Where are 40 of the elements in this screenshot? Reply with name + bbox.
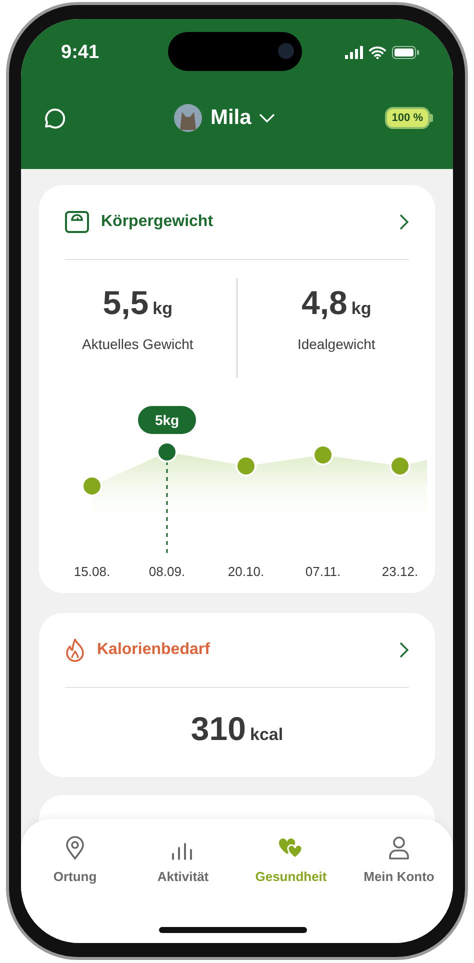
card-title[interactable]: Körpergewicht <box>101 213 387 232</box>
date-label: 15.08. <box>74 564 110 580</box>
weight-value: 5,5 <box>102 284 149 322</box>
weight-unit: kg <box>351 299 372 318</box>
data-point[interactable] <box>390 456 410 477</box>
data-point[interactable] <box>236 456 256 477</box>
person-icon <box>388 836 410 860</box>
status-time: 9:41 <box>61 42 100 64</box>
location-pin-icon <box>65 836 85 860</box>
nav-tab[interactable]: Gesundheit <box>237 835 345 884</box>
data-point[interactable] <box>312 444 334 466</box>
calorie-value: 310 <box>190 710 246 748</box>
data-point[interactable] <box>82 476 102 497</box>
chevron-right-icon[interactable] <box>399 642 409 658</box>
nav-tab[interactable]: Aktivität <box>129 835 237 884</box>
chevron-down-icon[interactable] <box>259 113 276 123</box>
date-label: 08.09. <box>148 564 186 580</box>
weight-unit: kg <box>152 299 172 318</box>
battery-badge: 100 % <box>384 107 430 129</box>
weight-value: 4,8 <box>302 284 348 322</box>
battery-icon <box>392 46 419 58</box>
scale-icon <box>65 211 89 234</box>
date-label: 20.10. <box>228 564 264 580</box>
nav-tab[interactable]: Mein Konto <box>345 835 453 884</box>
pet-name[interactable]: Mila <box>210 106 252 130</box>
nav-tab[interactable]: Ortung <box>21 835 129 884</box>
card-title[interactable]: Kalorienbedarf <box>97 641 387 660</box>
chevron-right-icon[interactable] <box>399 214 409 230</box>
date-label: 07.11. <box>305 564 341 580</box>
data-point[interactable] <box>156 442 178 463</box>
wifi-icon <box>369 46 386 58</box>
flame-icon <box>65 638 85 662</box>
hearts-icon <box>278 837 304 859</box>
value-tooltip: 5kg <box>138 406 196 434</box>
signal-icon <box>345 46 363 58</box>
calorie-unit: kcal <box>250 725 284 746</box>
pet-avatar[interactable] <box>174 104 202 132</box>
weight-label: Idealgewicht <box>297 336 376 352</box>
weight-label: Aktuelles Gewicht <box>82 336 194 352</box>
date-label: 23.12. <box>382 564 418 580</box>
